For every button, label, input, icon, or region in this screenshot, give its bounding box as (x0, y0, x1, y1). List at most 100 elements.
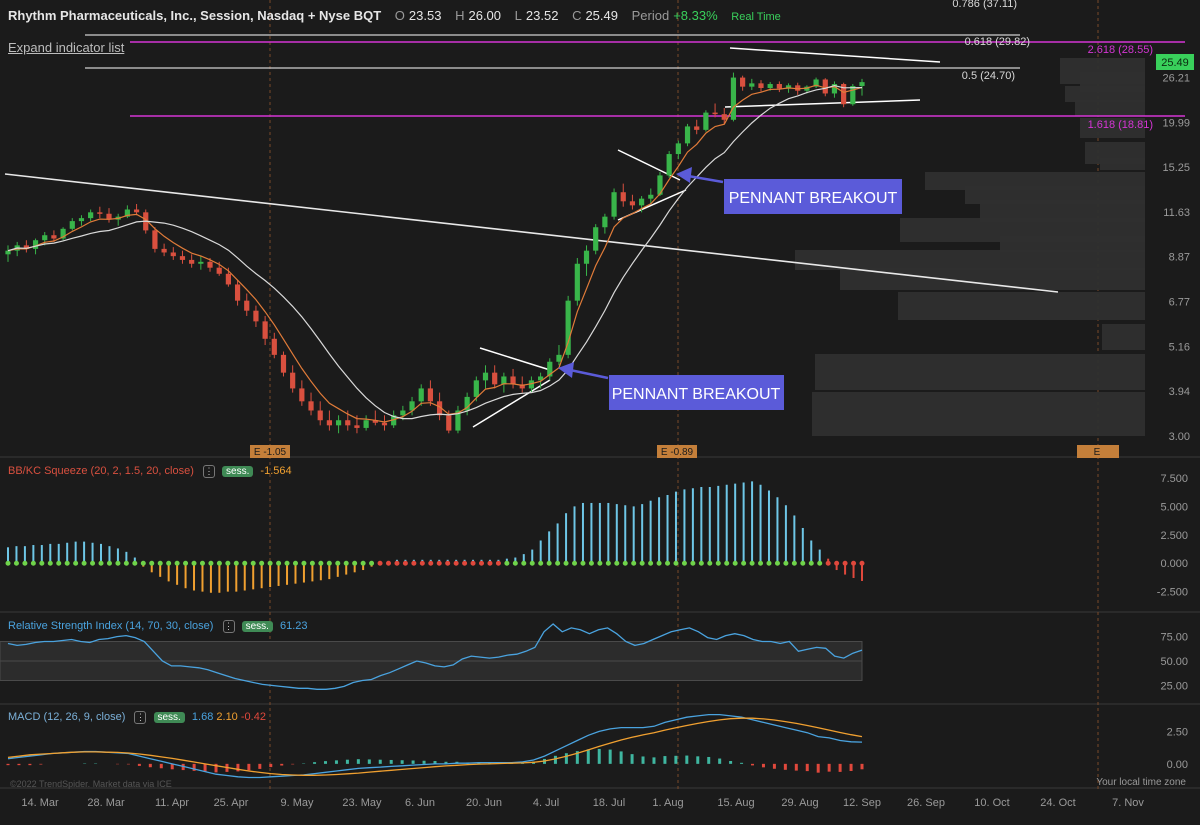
candle-body (620, 192, 626, 202)
earnings-label: E (1094, 447, 1101, 458)
fib-label: 2.618 (28.55) (1088, 44, 1153, 56)
candle-body (345, 420, 351, 426)
squeeze-dot (665, 560, 671, 566)
squeeze-dot (681, 560, 687, 566)
candle-body (189, 259, 195, 264)
candle-body (703, 112, 709, 130)
candle-body (280, 354, 287, 373)
squeeze-dot (851, 560, 857, 566)
candle-body (684, 126, 691, 144)
candle-body (51, 235, 57, 239)
squeeze-dot (30, 560, 36, 566)
squeeze-dot (631, 560, 637, 566)
squeeze-dot (64, 560, 70, 566)
x-tick-label: 24. Oct (1040, 797, 1075, 809)
squeeze-info-icon[interactable]: ⋮ (202, 465, 215, 478)
period-label: Period (631, 8, 670, 23)
squeeze-dot (385, 560, 391, 566)
squeeze-dot (292, 560, 298, 566)
fib-label: 1.618 (18.81) (1088, 119, 1153, 131)
earnings-label: E -1.05 (254, 447, 287, 458)
squeeze-dot (402, 560, 408, 566)
squeeze-y-tick: 5.000 (1160, 501, 1188, 513)
last-price-label: 25.49 (1161, 57, 1189, 69)
squeeze-dot (800, 560, 806, 566)
squeeze-label: BB/KC Squeeze (20, 2, 1.5, 20, close) (8, 465, 194, 477)
candle-body (326, 420, 332, 426)
candle-body (290, 372, 296, 389)
signal-line (7, 717, 863, 776)
realtime-label: Real Time (731, 11, 781, 23)
squeeze-dot (250, 560, 256, 566)
candle-body (427, 388, 434, 402)
fib-label: 0.618 (29.82) (965, 36, 1030, 48)
candle-body (492, 372, 498, 385)
y-tick-label: 11.63 (1163, 207, 1190, 219)
expand-indicator-list-link[interactable]: Expand indicator list (8, 40, 124, 55)
squeeze-dot (56, 560, 62, 566)
squeeze-dot (22, 560, 28, 566)
low-label: L (514, 8, 522, 23)
candle-body (161, 248, 167, 253)
macd-sess-badge[interactable]: sess. (153, 712, 185, 723)
squeeze-dot (174, 560, 180, 566)
macd-value: 1.68 (191, 711, 214, 723)
candle-body (593, 227, 599, 251)
squeeze-dot (495, 560, 501, 566)
squeeze-dot (614, 560, 620, 566)
y-tick-label: 5.16 (1169, 341, 1190, 353)
squeeze-dot (216, 560, 222, 566)
squeeze-dot (808, 560, 814, 566)
squeeze-dot (445, 560, 451, 566)
squeeze-dot (309, 560, 315, 566)
rsi-sess-badge[interactable]: sess. (241, 621, 273, 632)
y-tick-label: 6.77 (1169, 296, 1190, 308)
rsi-info-icon[interactable]: ⋮ (222, 620, 235, 633)
candle-body (42, 235, 48, 241)
period-value: +8.33% (673, 8, 718, 23)
squeeze-dot (411, 560, 417, 566)
volume-profile-bar (898, 292, 1145, 320)
squeeze-sess-badge[interactable]: sess. (222, 466, 254, 477)
x-tick-label: 9. May (280, 797, 314, 809)
volume-profile-bar (1065, 86, 1145, 102)
macd-y-tick: 2.50 (1167, 726, 1188, 738)
squeeze-dot (199, 560, 205, 566)
volume-profile-bar (1000, 236, 1145, 252)
high-label: H (455, 8, 465, 23)
candle-body (629, 201, 636, 206)
candle-body (244, 300, 250, 311)
histogram-value: -0.42 (240, 711, 266, 723)
squeeze-dot (225, 560, 231, 566)
rsi-y-tick: 75.00 (1160, 632, 1188, 644)
candle-body (170, 252, 176, 257)
candle-body (133, 209, 140, 213)
x-tick-label: 18. Jul (593, 797, 625, 809)
pennant-line (729, 47, 941, 63)
x-tick-label: 4. Jul (533, 797, 559, 809)
close-value: 25.49 (585, 8, 618, 23)
high-value: 26.00 (468, 8, 502, 23)
squeeze-dot (656, 560, 662, 566)
candle-body (758, 83, 764, 88)
squeeze-dot (588, 560, 594, 566)
squeeze-y-tick: 7.500 (1160, 473, 1188, 485)
squeeze-dot (842, 560, 848, 566)
x-tick-label: 10. Oct (974, 797, 1009, 809)
squeeze-dot (741, 560, 747, 566)
candle-body (363, 420, 369, 428)
squeeze-dot (132, 560, 138, 566)
macd-info-icon[interactable]: ⋮ (134, 711, 147, 724)
squeeze-dot (791, 560, 797, 566)
timezone-label: Your local time zone (1096, 777, 1186, 788)
squeeze-dot (563, 560, 569, 566)
candle-body (730, 77, 737, 120)
squeeze-dot (470, 560, 476, 566)
squeeze-dot (13, 560, 19, 566)
squeeze-dot (140, 560, 146, 566)
candle-body (317, 410, 323, 421)
candle-body (648, 194, 654, 199)
squeeze-dot (825, 560, 831, 566)
volume-profile-bar (1075, 100, 1145, 116)
squeeze-dot (817, 560, 823, 566)
